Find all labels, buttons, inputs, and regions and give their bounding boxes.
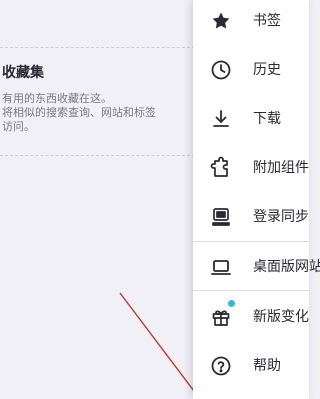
menu-item-whats-new[interactable]: 新版变化 bbox=[193, 293, 309, 341]
menu-item-history[interactable]: 历史 bbox=[193, 46, 309, 94]
help-circle-icon bbox=[209, 354, 233, 378]
menu-item-addons[interactable]: 附加组件 bbox=[193, 144, 309, 192]
menu-item-downloads[interactable]: 下载 bbox=[193, 95, 309, 143]
menu-item-label: 帮助 bbox=[253, 358, 281, 374]
menu-item-bookmarks[interactable]: 书签 bbox=[193, 0, 309, 45]
star-icon bbox=[209, 9, 233, 33]
clock-icon bbox=[209, 58, 233, 82]
menu-item-label: 桌面版网站 bbox=[253, 259, 320, 275]
menu-item-label: 登录同步 bbox=[253, 209, 309, 225]
download-icon bbox=[209, 107, 233, 131]
overflow-menu: 书签 历史 下载 附加组件 登录同步 桌面版网站 新版变化 帮助 bbox=[193, 0, 320, 399]
puzzle-icon bbox=[209, 156, 233, 180]
gift-icon bbox=[209, 305, 233, 329]
menu-item-label: 下载 bbox=[253, 111, 281, 127]
menu-item-label: 新版变化 bbox=[253, 309, 309, 325]
sync-device-icon bbox=[209, 205, 233, 229]
menu-item-desktop-site[interactable]: 桌面版网站 bbox=[193, 243, 320, 291]
menu-item-label: 历史 bbox=[253, 62, 281, 78]
laptop-icon bbox=[209, 255, 233, 279]
menu-item-sync[interactable]: 登录同步 bbox=[193, 193, 309, 241]
menu-item-label: 附加组件 bbox=[253, 160, 309, 176]
menu-item-help[interactable]: 帮助 bbox=[193, 342, 309, 390]
menu-item-label: 书签 bbox=[253, 13, 281, 29]
menu-divider bbox=[193, 290, 309, 291]
new-badge-dot bbox=[228, 300, 235, 307]
menu-divider bbox=[193, 241, 309, 242]
